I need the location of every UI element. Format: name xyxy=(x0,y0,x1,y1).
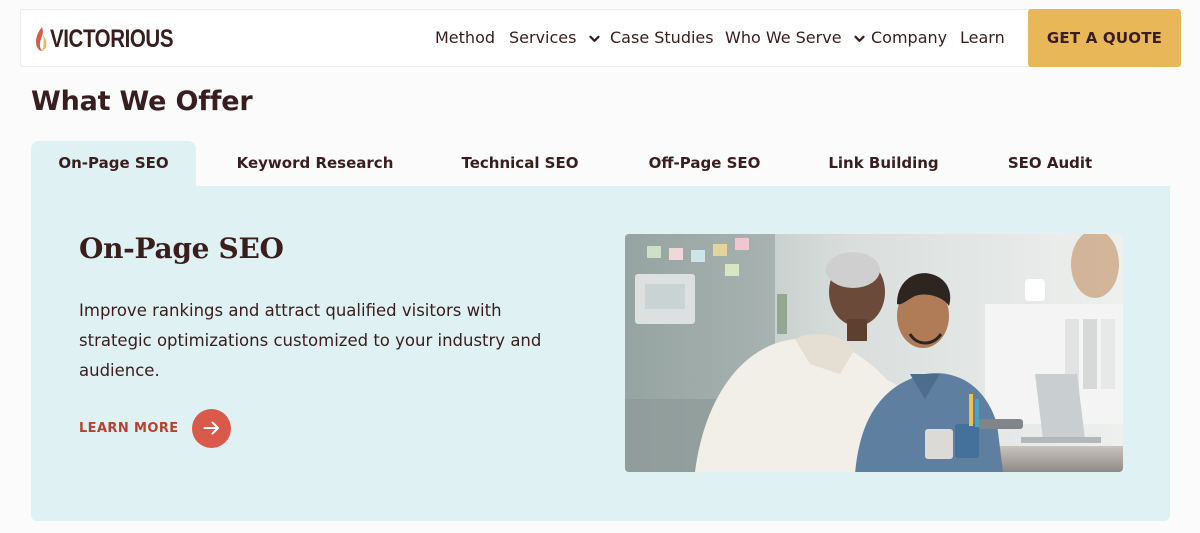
offer-tabs: On-Page SEO Keyword Research Technical S… xyxy=(31,141,1170,186)
nav-case-studies[interactable]: Case Studies xyxy=(610,28,714,47)
tab-link-building[interactable]: Link Building xyxy=(820,141,947,186)
nav-company[interactable]: Company xyxy=(871,28,947,47)
tab-technical-seo[interactable]: Technical SEO xyxy=(449,141,591,186)
get-a-quote-button[interactable]: GET A QUOTE xyxy=(1028,9,1181,67)
panel-title: On-Page SEO xyxy=(79,232,284,265)
nav-services[interactable]: Services xyxy=(509,28,600,47)
office-photo-illustration xyxy=(625,234,1123,472)
logo[interactable]: VICTORIOUS xyxy=(35,25,200,53)
arrow-right-icon xyxy=(203,421,219,435)
office-photo xyxy=(625,234,1123,472)
nav-method[interactable]: Method xyxy=(435,28,495,47)
nav-services-label: Services xyxy=(509,28,577,47)
nav-who-we-serve[interactable]: Who We Serve xyxy=(725,28,865,47)
flame-icon xyxy=(36,27,47,51)
tab-seo-audit[interactable]: SEO Audit xyxy=(998,141,1102,186)
site-header: VICTORIOUS Method Services Case Studies … xyxy=(20,9,1181,67)
nav-who-we-serve-label: Who We Serve xyxy=(725,28,842,47)
nav-learn[interactable]: Learn xyxy=(960,28,1005,47)
panel-description: Improve rankings and attract qualified v… xyxy=(79,301,542,380)
section-title: What We Offer xyxy=(31,86,253,117)
chevron-down-icon xyxy=(588,35,600,42)
tab-off-page-seo[interactable]: Off-Page SEO xyxy=(636,141,773,186)
learn-more-label: LEARN MORE xyxy=(79,420,179,436)
learn-more-button[interactable] xyxy=(191,408,231,448)
tab-on-page-seo[interactable]: On-Page SEO xyxy=(31,141,196,186)
learn-more-link[interactable]: LEARN MORE xyxy=(79,408,231,448)
logo-text: VICTORIOUS xyxy=(50,25,174,53)
chevron-down-icon xyxy=(854,35,865,42)
tab-panel: On-Page SEO Improve rankings and attract… xyxy=(31,186,1170,521)
tab-keyword-research[interactable]: Keyword Research xyxy=(224,141,406,186)
